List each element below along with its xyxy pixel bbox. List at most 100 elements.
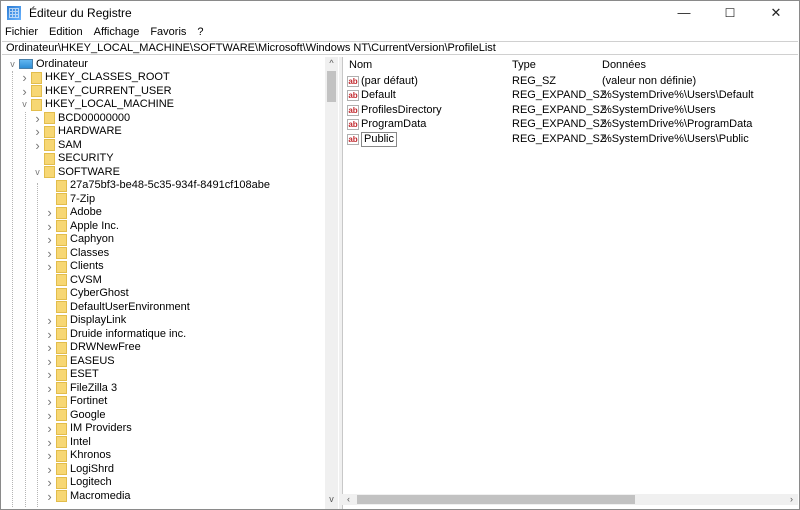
tree-item-label: Druide informatique inc. [70,327,187,340]
tree-item[interactable]: › EASEUS [45,354,114,368]
column-header-type[interactable]: Type [512,59,536,73]
tree-item[interactable]: 7-Zip [45,192,95,206]
string-value-icon: ab [347,119,359,130]
scroll-up-arrow-icon[interactable]: ^ [325,58,338,69]
value-row[interactable]: ab ProgramData [347,118,426,132]
tree-item[interactable]: › DisplayLink [45,314,126,328]
minimize-button[interactable]: — [661,1,707,24]
chevron-right-icon[interactable]: › [45,449,54,463]
tree-item-label: Classes [70,246,110,259]
value-row[interactable]: ab (par défaut) [347,74,418,88]
chevron-right-icon[interactable]: › [45,246,54,260]
chevron-right-icon[interactable]: › [33,125,42,139]
tree-item[interactable]: CyberGhost [45,287,129,301]
tree-item[interactable]: › Clients [45,260,103,274]
chevron-right-icon[interactable]: › [45,206,54,220]
tree-item[interactable]: › Druide informatique inc. [45,327,186,341]
tree-item[interactable]: › Khronos [45,449,111,463]
tree-item[interactable]: › HKEY_CLASSES_ROOT [20,71,169,85]
folder-icon [56,328,67,340]
chevron-right-icon[interactable]: › [45,435,54,449]
tree-item[interactable]: DefaultUserEnvironment [45,300,190,314]
tree-item[interactable]: › IM Providers [45,422,131,436]
scroll-down-arrow-icon[interactable]: v [325,494,338,505]
chevron-down-icon[interactable]: v [20,98,29,112]
menu-favoris[interactable]: Favoris [150,26,186,39]
chevron-right-icon[interactable]: › [45,462,54,476]
maximize-button[interactable]: ☐ [707,1,753,24]
tree-item[interactable]: v HKEY_LOCAL_MACHINE [20,98,174,112]
close-button[interactable]: ✕ [753,1,799,24]
chevron-right-icon[interactable]: › [45,260,54,274]
tree-item[interactable]: › Apple Inc. [45,219,119,233]
value-row[interactable]: ab Public [347,131,397,147]
menu-affichage[interactable]: Affichage [94,26,140,39]
value-name-edit-field[interactable]: Public [361,131,397,147]
tree-item[interactable]: › ESET [45,368,98,382]
chevron-right-icon[interactable]: › [45,489,54,503]
tree-item[interactable]: › Logitech [45,476,111,490]
value-data: %SystemDrive%\ProgramData [602,118,753,130]
tree-vertical-scrollbar[interactable]: ^ v [325,57,338,509]
tree-item[interactable]: › SAM [33,138,82,152]
menu-fichier[interactable]: Fichier [5,26,38,39]
list-horizontal-scrollbar[interactable]: ‹ › [342,494,798,505]
tree-item[interactable]: › FileZilla 3 [45,381,117,395]
chevron-right-icon[interactable]: › [33,138,42,152]
tree-scroll-thumb[interactable] [327,71,336,102]
list-scroll-thumb[interactable] [357,495,635,504]
value-row[interactable]: ab Default [347,89,396,103]
chevron-right-icon[interactable]: › [45,219,54,233]
chevron-right-icon[interactable]: › [45,422,54,436]
scroll-right-arrow-icon[interactable]: › [785,494,798,505]
tree-item[interactable]: SECURITY [33,152,114,166]
column-header-data[interactable]: Données [602,59,646,73]
tree-item[interactable]: › LogiShrd [45,462,114,476]
chevron-right-icon[interactable]: › [45,354,54,368]
chevron-right-icon[interactable]: › [45,341,54,355]
tree-item[interactable]: › Caphyon [45,233,114,247]
tree-item[interactable]: › Fortinet [45,395,107,409]
tree-item[interactable]: v SOFTWARE [33,165,120,179]
chevron-right-icon[interactable]: › [45,408,54,422]
scroll-left-arrow-icon[interactable]: ‹ [342,494,355,505]
tree-item[interactable]: › HARDWARE [33,125,121,139]
tree-item[interactable]: › BCD00000000 [33,111,130,125]
chevron-right-icon[interactable]: › [45,368,54,382]
chevron-right-icon[interactable]: › [20,84,29,98]
chevron-right-icon[interactable]: › [45,476,54,490]
tree-item[interactable]: › Intel [45,435,90,449]
folder-icon [56,233,67,246]
chevron-down-icon[interactable]: v [8,57,17,71]
tree-item[interactable]: › Adobe [45,206,101,220]
chevron-right-icon[interactable]: › [45,381,54,395]
chevron-right-icon[interactable]: › [45,233,54,247]
value-row[interactable]: ab ProfilesDirectory [347,103,442,117]
tree-item-label: HKEY_LOCAL_MACHINE [45,98,174,110]
tree-item[interactable]: › HKEY_CURRENT_USER [20,84,171,98]
chevron-right-icon[interactable]: › [45,314,54,328]
tree-item[interactable]: › Macromedia [45,489,130,503]
chevron-down-icon[interactable]: v [33,165,42,179]
tree-item[interactable]: 27a75bf3-be48-5c35-934f-8491cf108abe [45,179,270,193]
tree-item[interactable]: › DRWNewFree [45,341,140,355]
folder-icon [56,436,67,448]
chevron-right-icon[interactable]: › [45,395,54,409]
menu-edition[interactable]: Edition [49,26,83,39]
column-header-name[interactable]: Nom [349,59,372,73]
tree-item-label: SECURITY [58,152,114,164]
tree-item[interactable]: v Ordinateur [8,57,88,71]
menu-help[interactable]: ? [197,26,203,39]
tree-item[interactable]: CVSM [45,273,102,287]
address-bar[interactable]: Ordinateur\HKEY_LOCAL_MACHINE\SOFTWARE\M… [2,41,798,55]
chevron-right-icon[interactable]: › [45,327,54,341]
tree-item[interactable]: › Google [45,408,105,422]
chevron-right-icon[interactable]: › [20,71,29,85]
tree-item[interactable]: › Classes [45,246,109,260]
value-name: (par défaut) [361,74,418,87]
folder-icon [56,274,67,286]
chevron-right-icon[interactable]: › [33,111,42,125]
